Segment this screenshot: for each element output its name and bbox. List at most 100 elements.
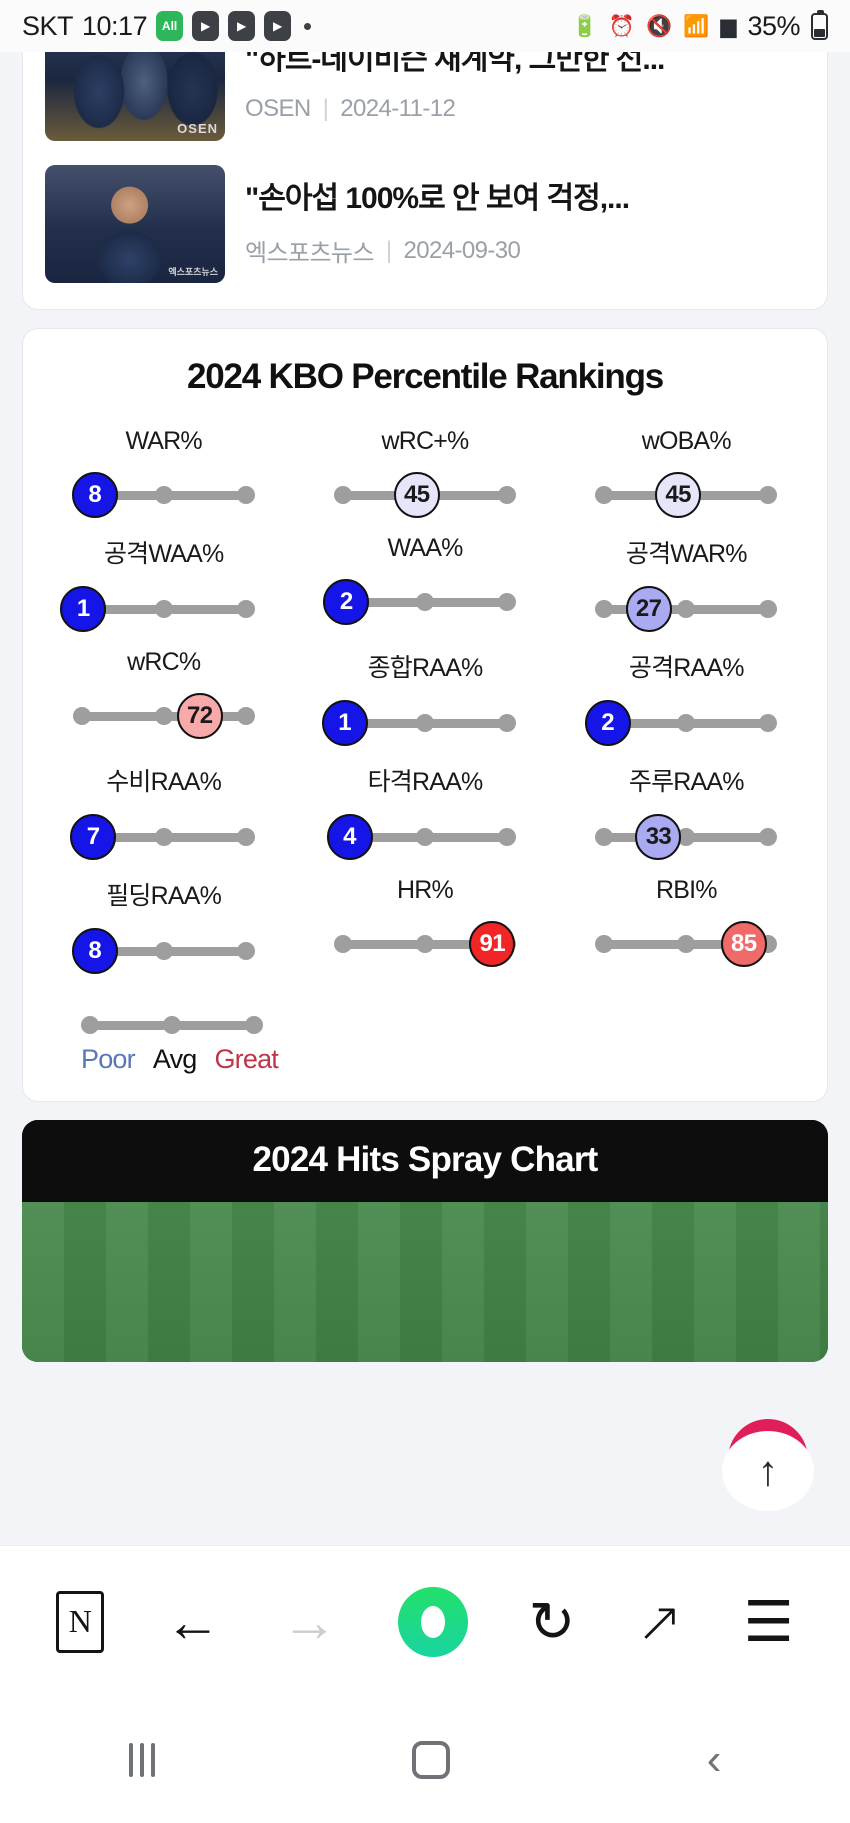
slider-knob[interactable]: 8 xyxy=(71,928,118,974)
fab-surface: ↑ xyxy=(722,1431,814,1511)
legend-tick-right xyxy=(245,1016,263,1034)
slider-tick-2 xyxy=(236,486,255,504)
percentile-metric: 공격WAR% 27 xyxy=(556,534,817,634)
percentile-slider[interactable]: 27 xyxy=(595,584,778,634)
percentile-slider[interactable]: 7 xyxy=(70,812,255,862)
percentile-title: 2024 KBO Percentile Rankings xyxy=(186,357,664,396)
hamburger-menu-icon: ☰ xyxy=(743,1589,794,1653)
slider-tick-2 xyxy=(759,714,778,732)
legend-slider xyxy=(81,1010,263,1040)
percentile-slider[interactable]: 33 xyxy=(595,812,778,862)
slider-tick-2 xyxy=(236,828,255,846)
slider-tick-2 xyxy=(497,486,516,504)
arrow-up-icon: ↑ xyxy=(757,1447,779,1494)
slider-knob[interactable]: 45 xyxy=(655,472,702,518)
percentile-grid: WAR% 8 wRC+% 45 wOBA% 45 공격WAA% 1 WAA% 2 공격WAR% 27 w… xyxy=(33,427,817,976)
percentile-metric: 주루RAA% 33 xyxy=(556,762,817,862)
spray-chart-field[interactable] xyxy=(22,1202,828,1362)
legend-labels: Poor Avg Great xyxy=(81,1044,311,1075)
browser-toolbar: N ← → ↻ ↗ ☰ xyxy=(0,1545,850,1697)
slider-tick-0 xyxy=(72,707,91,725)
scroll-to-top-button[interactable]: ↑ xyxy=(722,1419,814,1511)
slider-knob[interactable]: 8 xyxy=(71,472,118,518)
menu-button[interactable]: ☰ xyxy=(743,1589,794,1653)
percentile-metric: HR% 91 xyxy=(294,876,555,976)
slider-knob[interactable]: 2 xyxy=(323,579,370,625)
news-date: 2024-11-12 xyxy=(340,94,456,122)
percentile-metric-label: wRC% xyxy=(127,648,201,676)
percentile-slider[interactable]: 8 xyxy=(71,470,255,520)
wifi-icon: 📶 xyxy=(683,14,710,38)
naver-home-button[interactable]: N xyxy=(56,1590,105,1653)
percentile-slider[interactable]: 85 xyxy=(595,919,778,969)
slider-tick-0 xyxy=(333,486,352,504)
percentile-metric: 공격WAA% 1 xyxy=(33,534,294,634)
percentile-slider[interactable]: 72 xyxy=(72,691,255,741)
percentile-rankings-card: 2024 KBO Percentile Rankings WAR% 8 wRC+% 4… xyxy=(22,328,828,1102)
slider-tick-1 xyxy=(154,707,173,725)
reload-button[interactable]: ↻ xyxy=(529,1593,576,1650)
recents-icon[interactable] xyxy=(128,1743,155,1777)
slider-knob[interactable]: 7 xyxy=(70,814,117,860)
slider-tick-1 xyxy=(154,828,173,846)
percentile-slider[interactable]: 2 xyxy=(584,698,778,748)
naver-n-icon: N xyxy=(56,1590,105,1653)
forward-button[interactable]: → xyxy=(281,1593,337,1650)
percentile-slider[interactable]: 8 xyxy=(71,926,255,976)
percentile-slider[interactable]: 4 xyxy=(326,812,516,862)
slider-tick-1 xyxy=(415,828,434,846)
share-button[interactable]: ↗ xyxy=(636,1593,683,1650)
slider-tick-1 xyxy=(154,486,173,504)
thumbnail-watermark: OSEN xyxy=(177,121,218,136)
percentile-slider[interactable]: 45 xyxy=(595,470,778,520)
slider-tick-2 xyxy=(236,600,255,618)
status-bar-right: 🔋 ⏰ 🔇 📶 ▆ 35% xyxy=(571,9,828,42)
page-scroll-area[interactable]: OSEN "하트-데이비슨 재계약, 그만한 선... OSEN | 2024-… xyxy=(0,52,850,1545)
status-bar: SKT 10:17 All ▶ ▶ ▶ 🔋 ⏰ 🔇 📶 ▆ 35% xyxy=(0,0,850,52)
naver-button[interactable] xyxy=(397,1586,468,1657)
legend-avg-label: Avg xyxy=(152,1044,197,1074)
back-button[interactable]: ← xyxy=(165,1593,221,1650)
mute-icon: 🔇 xyxy=(645,14,673,38)
percentile-metric: wOBA% 45 xyxy=(556,427,817,520)
percentile-metric-label: 공격WAA% xyxy=(103,540,224,568)
legend-great-label: Great xyxy=(214,1044,279,1074)
slider-tick-2 xyxy=(497,828,516,846)
spray-chart-title: 2024 Hits Spray Chart xyxy=(22,1120,828,1202)
slider-knob[interactable]: 45 xyxy=(393,472,440,518)
home-icon[interactable] xyxy=(411,1741,450,1779)
play-badge-2-icon: ▶ xyxy=(228,11,256,41)
slider-tick-0 xyxy=(333,935,352,953)
slider-tick-0 xyxy=(595,600,614,618)
back-icon[interactable]: ‹ xyxy=(707,1738,722,1782)
slider-tick-2 xyxy=(236,942,255,960)
android-nav-bar: ‹ xyxy=(0,1697,850,1823)
news-item-1[interactable]: 엑스포츠뉴스 "손아섭 100%로 안 보여 걱정,... 엑스포츠뉴스 | 2… xyxy=(23,153,827,295)
slider-knob[interactable]: 91 xyxy=(469,921,516,967)
slider-tick-0 xyxy=(595,935,614,953)
slider-knob[interactable]: 27 xyxy=(625,586,672,632)
slider-knob[interactable]: 2 xyxy=(584,700,631,746)
percentile-slider[interactable]: 91 xyxy=(333,919,516,969)
percentile-slider[interactable]: 1 xyxy=(60,584,255,634)
slider-knob[interactable]: 85 xyxy=(720,921,767,967)
percentile-slider[interactable]: 2 xyxy=(323,577,516,627)
percentile-metric-label: HR% xyxy=(397,876,454,904)
news-body: "손아섭 100%로 안 보여 걱정,... 엑스포츠뉴스 | 2024-09-… xyxy=(245,180,805,269)
slider-knob[interactable]: 4 xyxy=(326,814,373,860)
news-title: "손아섭 100%로 안 보여 걱정,... xyxy=(245,181,630,215)
slider-knob[interactable]: 1 xyxy=(60,586,107,632)
percentile-slider[interactable]: 1 xyxy=(321,698,516,748)
slider-tick-2 xyxy=(497,714,516,732)
naver-logo-icon xyxy=(397,1586,468,1657)
slider-knob[interactable]: 1 xyxy=(321,700,368,746)
slider-knob[interactable]: 33 xyxy=(635,814,682,860)
news-item-0[interactable]: OSEN "하트-데이비슨 재계약, 그만한 선... OSEN | 2024-… xyxy=(23,52,827,153)
slider-knob[interactable]: 72 xyxy=(176,693,223,739)
percentile-metric-label: wOBA% xyxy=(641,427,732,455)
news-card: OSEN "하트-데이비슨 재계약, 그만한 선... OSEN | 2024-… xyxy=(22,52,828,310)
slider-tick-1 xyxy=(415,935,434,953)
percentile-slider[interactable]: 45 xyxy=(333,470,516,520)
battery-saver-icon: 🔋 xyxy=(571,14,598,38)
percentile-metric-label: 주루RAA% xyxy=(628,768,745,796)
